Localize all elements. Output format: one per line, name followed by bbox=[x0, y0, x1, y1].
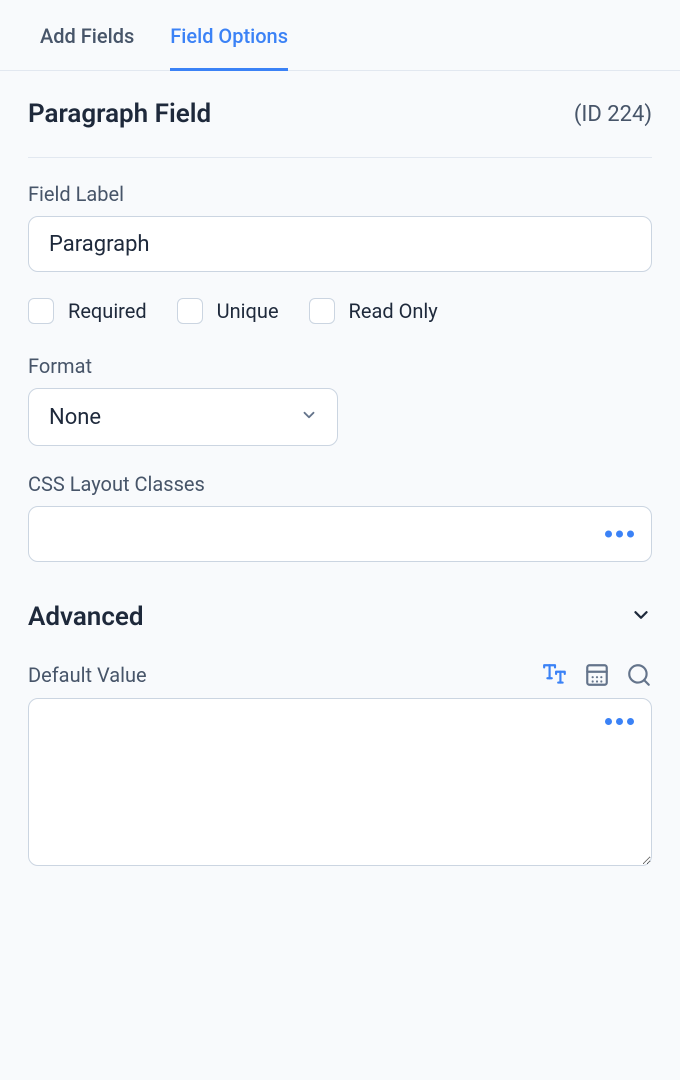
tab-add-fields[interactable]: Add Fields bbox=[40, 0, 134, 71]
checkbox-item-unique: Unique bbox=[177, 298, 279, 324]
checkbox-item-read-only: Read Only bbox=[309, 298, 438, 324]
format-group: Format bbox=[28, 354, 652, 446]
default-value-wrap bbox=[28, 698, 652, 870]
unique-label: Unique bbox=[217, 299, 279, 323]
css-classes-input[interactable] bbox=[28, 506, 652, 562]
checkbox-row: Required Unique Read Only bbox=[28, 298, 652, 324]
header-row: Paragraph Field (ID 224) bbox=[28, 99, 652, 158]
more-options-icon[interactable] bbox=[605, 531, 634, 538]
read-only-label: Read Only bbox=[349, 299, 438, 323]
format-select-wrap bbox=[28, 388, 338, 446]
tab-field-options[interactable]: Field Options bbox=[170, 0, 288, 71]
search-icon[interactable] bbox=[626, 662, 652, 688]
css-classes-label: CSS Layout Classes bbox=[28, 472, 652, 496]
field-label-label: Field Label bbox=[28, 182, 652, 206]
text-type-icon[interactable] bbox=[542, 662, 568, 688]
css-classes-group: CSS Layout Classes bbox=[28, 472, 652, 562]
field-label-group: Field Label bbox=[28, 182, 652, 272]
advanced-section-header[interactable]: Advanced bbox=[28, 602, 652, 632]
default-value-header: Default Value bbox=[28, 662, 652, 688]
format-label: Format bbox=[28, 354, 652, 378]
unique-checkbox[interactable] bbox=[177, 298, 203, 324]
calculator-icon[interactable] bbox=[584, 662, 610, 688]
default-value-icons bbox=[542, 662, 652, 688]
chevron-down-icon bbox=[630, 604, 652, 630]
content-area: Paragraph Field (ID 224) Field Label Req… bbox=[0, 71, 680, 898]
field-id-badge: (ID 224) bbox=[574, 102, 652, 127]
required-label: Required bbox=[68, 299, 147, 323]
field-label-input[interactable] bbox=[28, 216, 652, 272]
checkbox-item-required: Required bbox=[28, 298, 147, 324]
css-input-wrap bbox=[28, 506, 652, 562]
page-title: Paragraph Field bbox=[28, 99, 211, 129]
format-select[interactable] bbox=[28, 388, 338, 446]
default-value-textarea[interactable] bbox=[28, 698, 652, 866]
more-options-icon[interactable] bbox=[605, 718, 634, 725]
advanced-title: Advanced bbox=[28, 602, 144, 632]
read-only-checkbox[interactable] bbox=[309, 298, 335, 324]
tabs-container: Add Fields Field Options bbox=[0, 0, 680, 71]
default-value-label: Default Value bbox=[28, 663, 147, 687]
required-checkbox[interactable] bbox=[28, 298, 54, 324]
